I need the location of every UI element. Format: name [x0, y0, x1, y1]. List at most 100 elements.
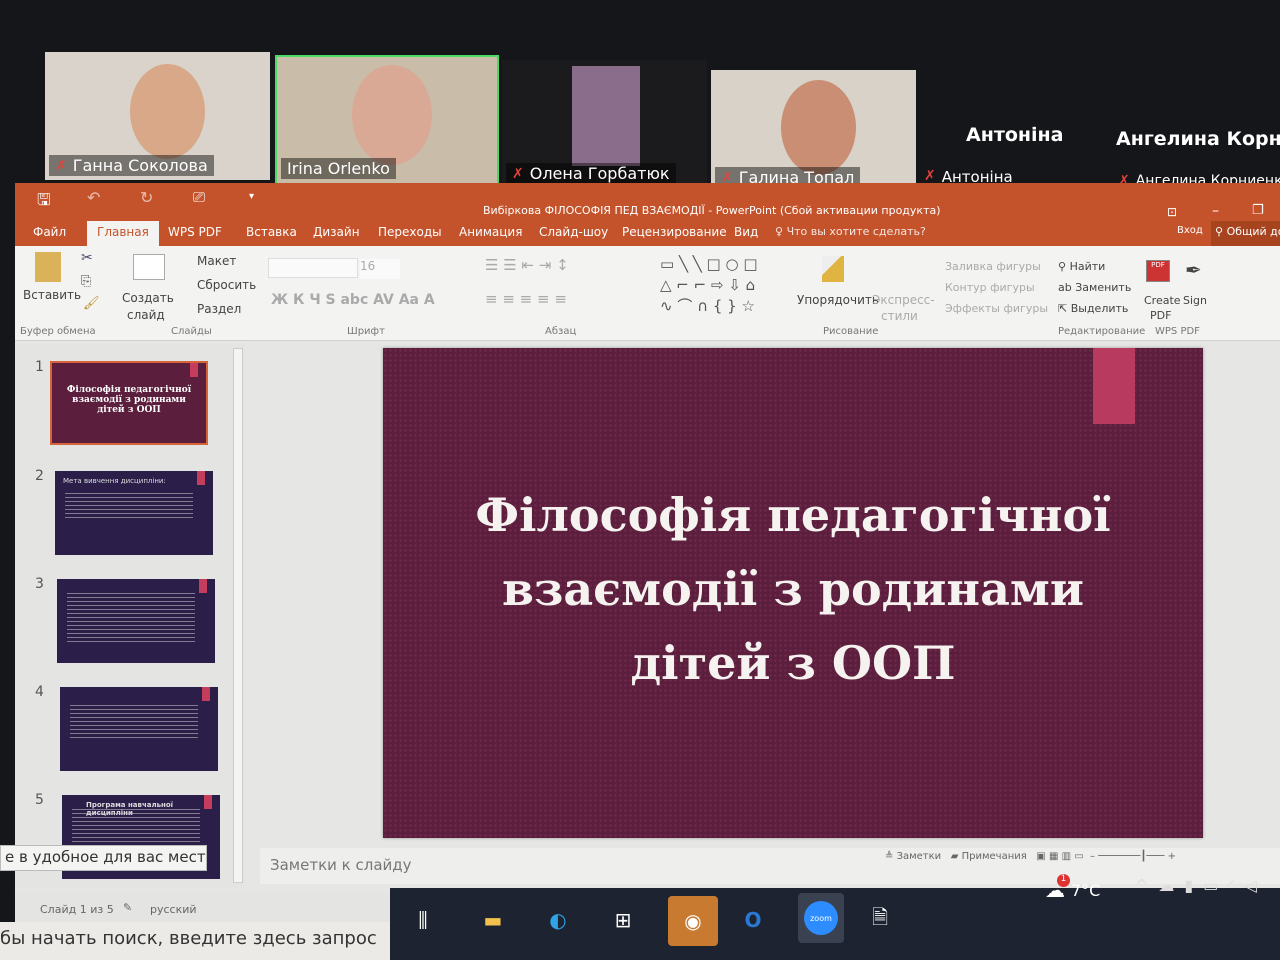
format-painter-icon[interactable]: 🖌	[83, 296, 100, 311]
slide-thumbnail-1[interactable]: Філософія педагогічної взаємодії з родин…	[50, 361, 208, 445]
video-tile-3[interactable]: ✗ Олена Горбатюк	[502, 60, 707, 188]
chevron-up-icon[interactable]: ^	[1135, 876, 1158, 895]
language-indicator[interactable]: русский	[150, 903, 197, 916]
paste-button[interactable]: Вставить	[23, 288, 81, 302]
group-paragraph: Абзац	[545, 326, 577, 337]
participant-video	[130, 64, 205, 159]
tab-transitions[interactable]: Переходы	[378, 225, 442, 239]
normal-view-icon[interactable]: ▣	[1036, 851, 1045, 862]
group-editing: Редактирование	[1058, 326, 1146, 337]
slide-thumbnail-3[interactable]	[57, 579, 215, 663]
reading-view-icon[interactable]: ▥	[1062, 851, 1071, 862]
customize-toolbar-icon[interactable]: ▾	[249, 191, 254, 202]
redo-icon[interactable]: ↻	[140, 188, 153, 207]
paste-icon[interactable]	[35, 252, 61, 282]
share-button[interactable]: ⚲ Общий до	[1211, 221, 1280, 246]
video-tile-1[interactable]: ✗ Ганна Соколова	[45, 52, 270, 180]
group-wps-pdf: WPS PDF	[1155, 326, 1200, 337]
paragraph-buttons[interactable]: ☰ ☰ ⇤ ⇥ ↕	[485, 256, 569, 274]
thumb-number: 1	[35, 359, 44, 375]
font-size-input[interactable]: 16	[360, 259, 400, 279]
participant-label: Irina Orlenko	[281, 158, 396, 179]
slide-thumbnail-2[interactable]: Мета вивчення дисципліни:	[55, 471, 213, 555]
shape-outline-button[interactable]: Контур фигуры	[945, 281, 1035, 294]
restore-icon[interactable]: ❐	[1252, 203, 1264, 218]
task-view-icon[interactable]: ⫼	[405, 902, 441, 938]
new-slide-button[interactable]: Создать	[122, 291, 174, 305]
create-pdf-button-2[interactable]: PDF	[1150, 309, 1171, 322]
video-tile-4[interactable]: ✗ Галина Топал	[711, 70, 916, 192]
undo-icon[interactable]: ↶	[87, 188, 100, 207]
shape-effects-button[interactable]: Эффекты фигуры	[945, 302, 1048, 315]
section-button[interactable]: Раздел	[197, 302, 241, 316]
tab-file[interactable]: Файл	[33, 225, 66, 239]
zoom-slider[interactable]: – ───────┃─── +	[1090, 851, 1176, 862]
thumbnails-scrollbar[interactable]	[233, 348, 243, 883]
usb-icon[interactable]: ▮	[1184, 876, 1203, 895]
shapes-gallery[interactable]: ▭ ╲ ╲ □ ○ □ △ ⌐ ⌐ ⇨ ⇩ ⌂ ∿ ⌒ ∩ { } ☆	[660, 254, 758, 317]
sorter-view-icon[interactable]: ▦	[1049, 851, 1058, 862]
system-tray[interactable]: ^☁▮▭◜◁	[1135, 876, 1267, 895]
store-icon[interactable]: ⊞	[605, 902, 641, 938]
quick-styles-button[interactable]: Экспресс-	[872, 293, 935, 307]
presenter-icon[interactable]: ⎚	[193, 188, 205, 206]
create-pdf-icon[interactable]: PDF	[1146, 260, 1170, 282]
font-format-buttons[interactable]: Ж К Ч S abc AV Aa A	[271, 292, 435, 308]
edge-icon[interactable]: ◐	[540, 902, 576, 938]
taskbar-search-input[interactable]: бы начать поиск, введите здесь запрос	[0, 922, 390, 960]
group-slides: Слайды	[171, 326, 212, 337]
arrange-button[interactable]: Упорядочить	[797, 293, 879, 307]
tab-design[interactable]: Дизайн	[313, 225, 360, 239]
select-button[interactable]: ⇱ Выделить	[1058, 302, 1128, 315]
tab-wps-pdf[interactable]: WPS PDF	[168, 225, 222, 239]
font-name-input[interactable]	[268, 258, 358, 278]
find-button[interactable]: ⚲ Найти	[1058, 260, 1105, 273]
group-font: Шрифт	[347, 326, 385, 337]
arrange-icon[interactable]	[822, 256, 844, 282]
new-slide-icon[interactable]	[133, 254, 165, 280]
new-slide-button-2[interactable]: слайд	[127, 308, 165, 322]
outlook-icon[interactable]: O	[735, 902, 771, 938]
sign-in-link[interactable]: Вход	[1177, 225, 1203, 236]
spellcheck-icon[interactable]: ✎	[123, 901, 132, 914]
tell-me-search[interactable]: ♀ Что вы хотите сделать?	[775, 225, 926, 238]
thumb-number: 3	[35, 576, 44, 592]
cut-icon[interactable]: ✂	[81, 250, 93, 266]
battery-icon[interactable]: ▭	[1203, 876, 1228, 895]
quick-styles-button-2[interactable]: стили	[881, 309, 918, 323]
tab-view[interactable]: Вид	[734, 225, 758, 239]
tab-home[interactable]: Главная	[87, 221, 159, 246]
replace-button[interactable]: ab Заменить	[1058, 281, 1131, 294]
align-buttons[interactable]: ≡ ≡ ≡ ≡ ≡	[485, 290, 567, 308]
ribbon-display-icon[interactable]: ⊡	[1167, 205, 1177, 219]
wifi-icon[interactable]: ◜	[1228, 876, 1244, 895]
tab-review[interactable]: Рецензирование	[622, 225, 727, 239]
volume-icon[interactable]: ◁	[1245, 876, 1267, 895]
video-tile-2-active[interactable]: Irina Orlenko	[275, 55, 499, 185]
comments-toggle[interactable]: ▰ Примечания	[951, 851, 1027, 862]
save-icon[interactable]: 🖫	[37, 189, 51, 216]
app-icon[interactable]: 🗎	[862, 902, 898, 938]
chrome-icon[interactable]: ◉	[668, 896, 718, 946]
sign-button[interactable]: Sign	[1183, 294, 1207, 307]
slideshow-view-icon[interactable]: ▭	[1074, 851, 1083, 862]
create-pdf-button[interactable]: Create	[1144, 294, 1181, 307]
tab-animations[interactable]: Анимация	[459, 225, 522, 239]
zoom-app-icon[interactable]: zoom	[798, 893, 844, 943]
slide-thumbnail-4[interactable]	[60, 687, 218, 771]
reset-button[interactable]: Сбросить	[197, 278, 256, 292]
copy-icon[interactable]: ⎘	[81, 274, 91, 289]
slide-canvas[interactable]: Філософія педагогічної взаємодії з родин…	[383, 348, 1203, 838]
file-explorer-icon[interactable]: ▬	[475, 902, 511, 938]
sign-icon[interactable]: ✒	[1185, 258, 1202, 282]
minimize-icon[interactable]: –	[1212, 203, 1219, 219]
shape-fill-button[interactable]: Заливка фигуры	[945, 260, 1041, 273]
tab-slideshow[interactable]: Слайд-шоу	[539, 225, 608, 239]
notes-toggle[interactable]: ≜ Заметки	[885, 851, 941, 862]
onedrive-icon[interactable]: ☁	[1158, 876, 1184, 895]
layout-button[interactable]: Макет	[197, 254, 236, 268]
weather-widget[interactable]: ☁ 1 7°C	[1045, 874, 1100, 902]
slide-title[interactable]: Філософія педагогічної взаємодії з родин…	[443, 478, 1143, 700]
tab-insert[interactable]: Вставка	[246, 225, 297, 239]
cloud-icon: ☁ 1	[1045, 874, 1070, 902]
